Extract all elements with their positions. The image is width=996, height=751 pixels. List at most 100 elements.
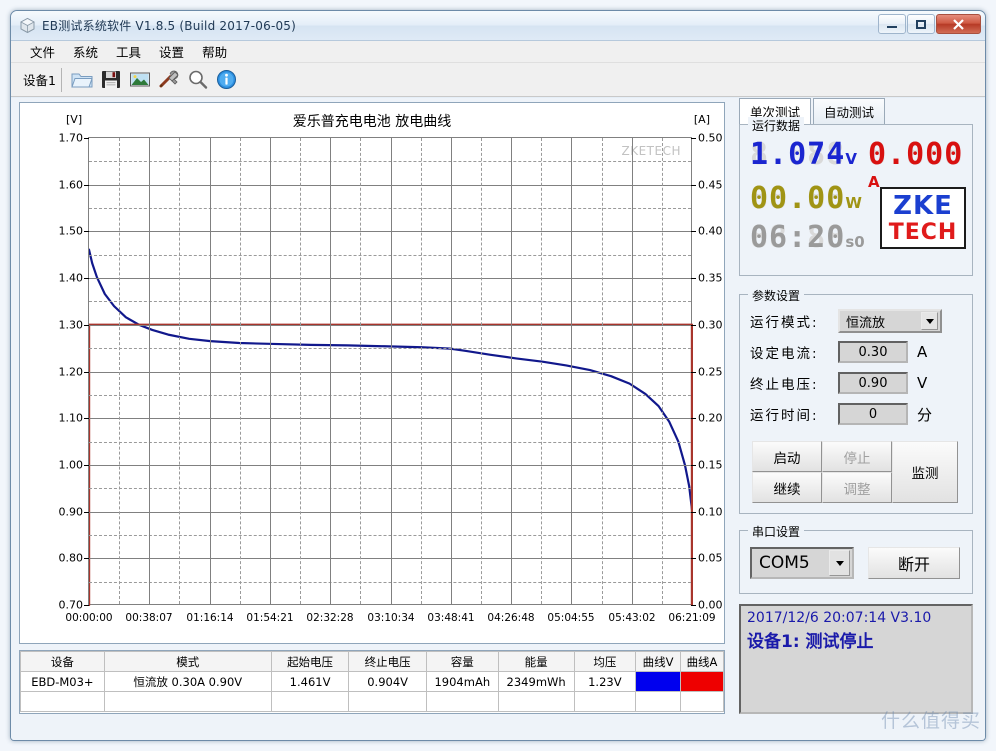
menu-file[interactable]: 文件 [21,40,64,63]
y-tick-label: 0.90 [58,505,84,519]
cell-energy: 2349mWh [497,671,575,692]
side-panel: 单次测试 自动测试 运行数据 8.888 1.074 V 8.888 0.000… [733,98,981,740]
logo-zke-text: ZKE [893,190,953,221]
x-tick-label: 04:26:48 [487,612,535,624]
com-port-select[interactable]: COM5 [750,547,854,579]
log-status-line: 设备1: 测试停止 [747,632,874,652]
x-tick-label: 02:32:28 [306,612,354,624]
y-tick-label: 1.20 [58,365,84,379]
run-time-input[interactable]: 0 [838,403,908,425]
x-tick-label: 03:48:41 [427,612,475,624]
close-button[interactable] [936,14,981,34]
menu-system[interactable]: 系统 [64,40,107,63]
menu-settings[interactable]: 设置 [150,40,193,63]
y2-tick-label: 0.10 [698,505,723,519]
cell-mode: 恒流放 0.30A 0.90V [103,671,272,692]
save-floppy-icon[interactable] [98,67,124,93]
chevron-down-icon[interactable] [921,312,938,330]
y-tick-mark [84,605,89,606]
parameter-settings-label: 参数设置 [748,287,805,304]
y-tick-mark [84,558,89,559]
tools-icon[interactable] [156,67,182,93]
y-tick-mark [84,512,89,513]
y-tick-label: 1.00 [58,458,84,472]
elapsed-time-readout: 88:88 06:20 s0 [750,220,865,255]
grid-line-v-minor [662,138,663,604]
y-axis-unit-right: [A] [693,113,710,126]
grid-line-v-minor [240,138,241,604]
set-current-input[interactable]: 0.30 [838,341,908,363]
maximize-button[interactable] [907,14,935,34]
y-tick-mark [84,185,89,186]
continue-button[interactable]: 继续 [752,472,822,503]
grid-line-v-minor [179,138,180,604]
th-mode: 模式 [103,651,272,672]
mode-select[interactable]: 恒流放 [838,309,942,333]
x-tick-label: 01:54:21 [246,612,294,624]
cell-curve-v-swatch[interactable] [635,671,681,692]
menu-tools[interactable]: 工具 [107,40,150,63]
set-current-row: 设定电流: 0.30 A [750,341,927,363]
window-controls [878,14,981,34]
screen-root: EB测试系统软件 V1.8.5 (Build 2017-06-05) 文件 系统… [0,0,996,751]
run-time-unit: 分 [917,405,933,424]
table-row-empty[interactable] [20,691,724,712]
x-tick-label: 01:16:14 [186,612,234,624]
stop-voltage-input[interactable]: 0.90 [838,372,908,394]
tab-auto-test[interactable]: 自动测试 [813,98,886,124]
status-log-box[interactable]: 2017/12/6 20:07:14 V3.10 设备1: 测试停止 [739,604,973,714]
zoom-search-icon[interactable] [185,67,211,93]
y-tick-label: 1.30 [58,318,84,332]
y-tick-label: 1.60 [58,178,84,192]
y2-tick-mark [691,138,696,139]
serial-settings-label: 串口设置 [748,523,805,540]
info-icon[interactable] [214,67,240,93]
table-header-row: 设备 模式 起始电压 终止电压 容量 能量 均压 曲线V 曲线A [20,651,724,672]
device-tab-1[interactable]: 设备1 [19,67,62,92]
y2-tick-label: 0.45 [698,178,723,192]
y-axis-unit-left: [V] [66,113,83,126]
minimize-button[interactable] [878,14,906,34]
menu-help[interactable]: 帮助 [193,40,236,63]
th-start-v: 起始电压 [270,651,350,672]
monitor-button[interactable]: 监测 [892,441,958,503]
current-value: 0.000 [868,137,964,172]
grid-line-v [210,138,211,604]
start-button[interactable]: 启动 [752,441,822,472]
menu-bar: 文件 系统 工具 设置 帮助 [11,41,985,63]
zketech-logo: ZKE TECH [880,187,966,249]
y-tick-label: 1.70 [58,131,84,145]
plot-area[interactable]: ZKETECH 1.70 0.50 1.60 0.45 1.50 0.40 1.40 0.35… [59,132,723,625]
chevron-down-icon-com[interactable] [829,550,850,576]
y2-tick-label: 0.15 [698,458,723,472]
disconnect-button[interactable]: 断开 [868,547,960,579]
results-table: 设备 模式 起始电压 终止电压 容量 能量 均压 曲线V 曲线A EBD-M03… [20,651,724,712]
grid-line-v-minor [421,138,422,604]
power-unit: W [845,194,862,212]
th-avg-v: 均压 [573,651,637,672]
y2-tick-label: 0.05 [698,551,723,565]
mode-label: 运行模式: [750,315,819,331]
grid-line-v-minor [602,138,603,604]
results-table-wrapper[interactable]: 设备 模式 起始电压 终止电压 容量 能量 均压 曲线V 曲线A EBD-M03… [19,650,725,714]
y-tick-label: 1.50 [58,224,84,238]
y2-tick-mark [691,372,696,373]
y2-tick-mark [691,512,696,513]
y-tick-label: 1.10 [58,411,84,425]
grid-line-v [330,138,331,604]
table-row[interactable]: EBD-M03+ 恒流放 0.30A 0.90V 1.461V 0.904V 1… [20,671,724,692]
export-image-icon[interactable] [127,67,153,93]
grid-line-v [632,138,633,604]
grid-line-v-minor [541,138,542,604]
x-tick-label: 05:43:02 [608,612,656,624]
th-capacity: 容量 [425,651,499,672]
y2-tick-label: 0.25 [698,365,723,379]
serial-settings-group: 串口设置 COM5 断开 [739,523,973,594]
cell-curve-a-swatch[interactable] [680,671,724,692]
y2-tick-mark [691,418,696,419]
open-folder-icon[interactable] [69,67,95,93]
y-tick-mark [84,231,89,232]
grid-line-v [270,138,271,604]
y-tick-mark [84,278,89,279]
y-tick-mark [84,138,89,139]
